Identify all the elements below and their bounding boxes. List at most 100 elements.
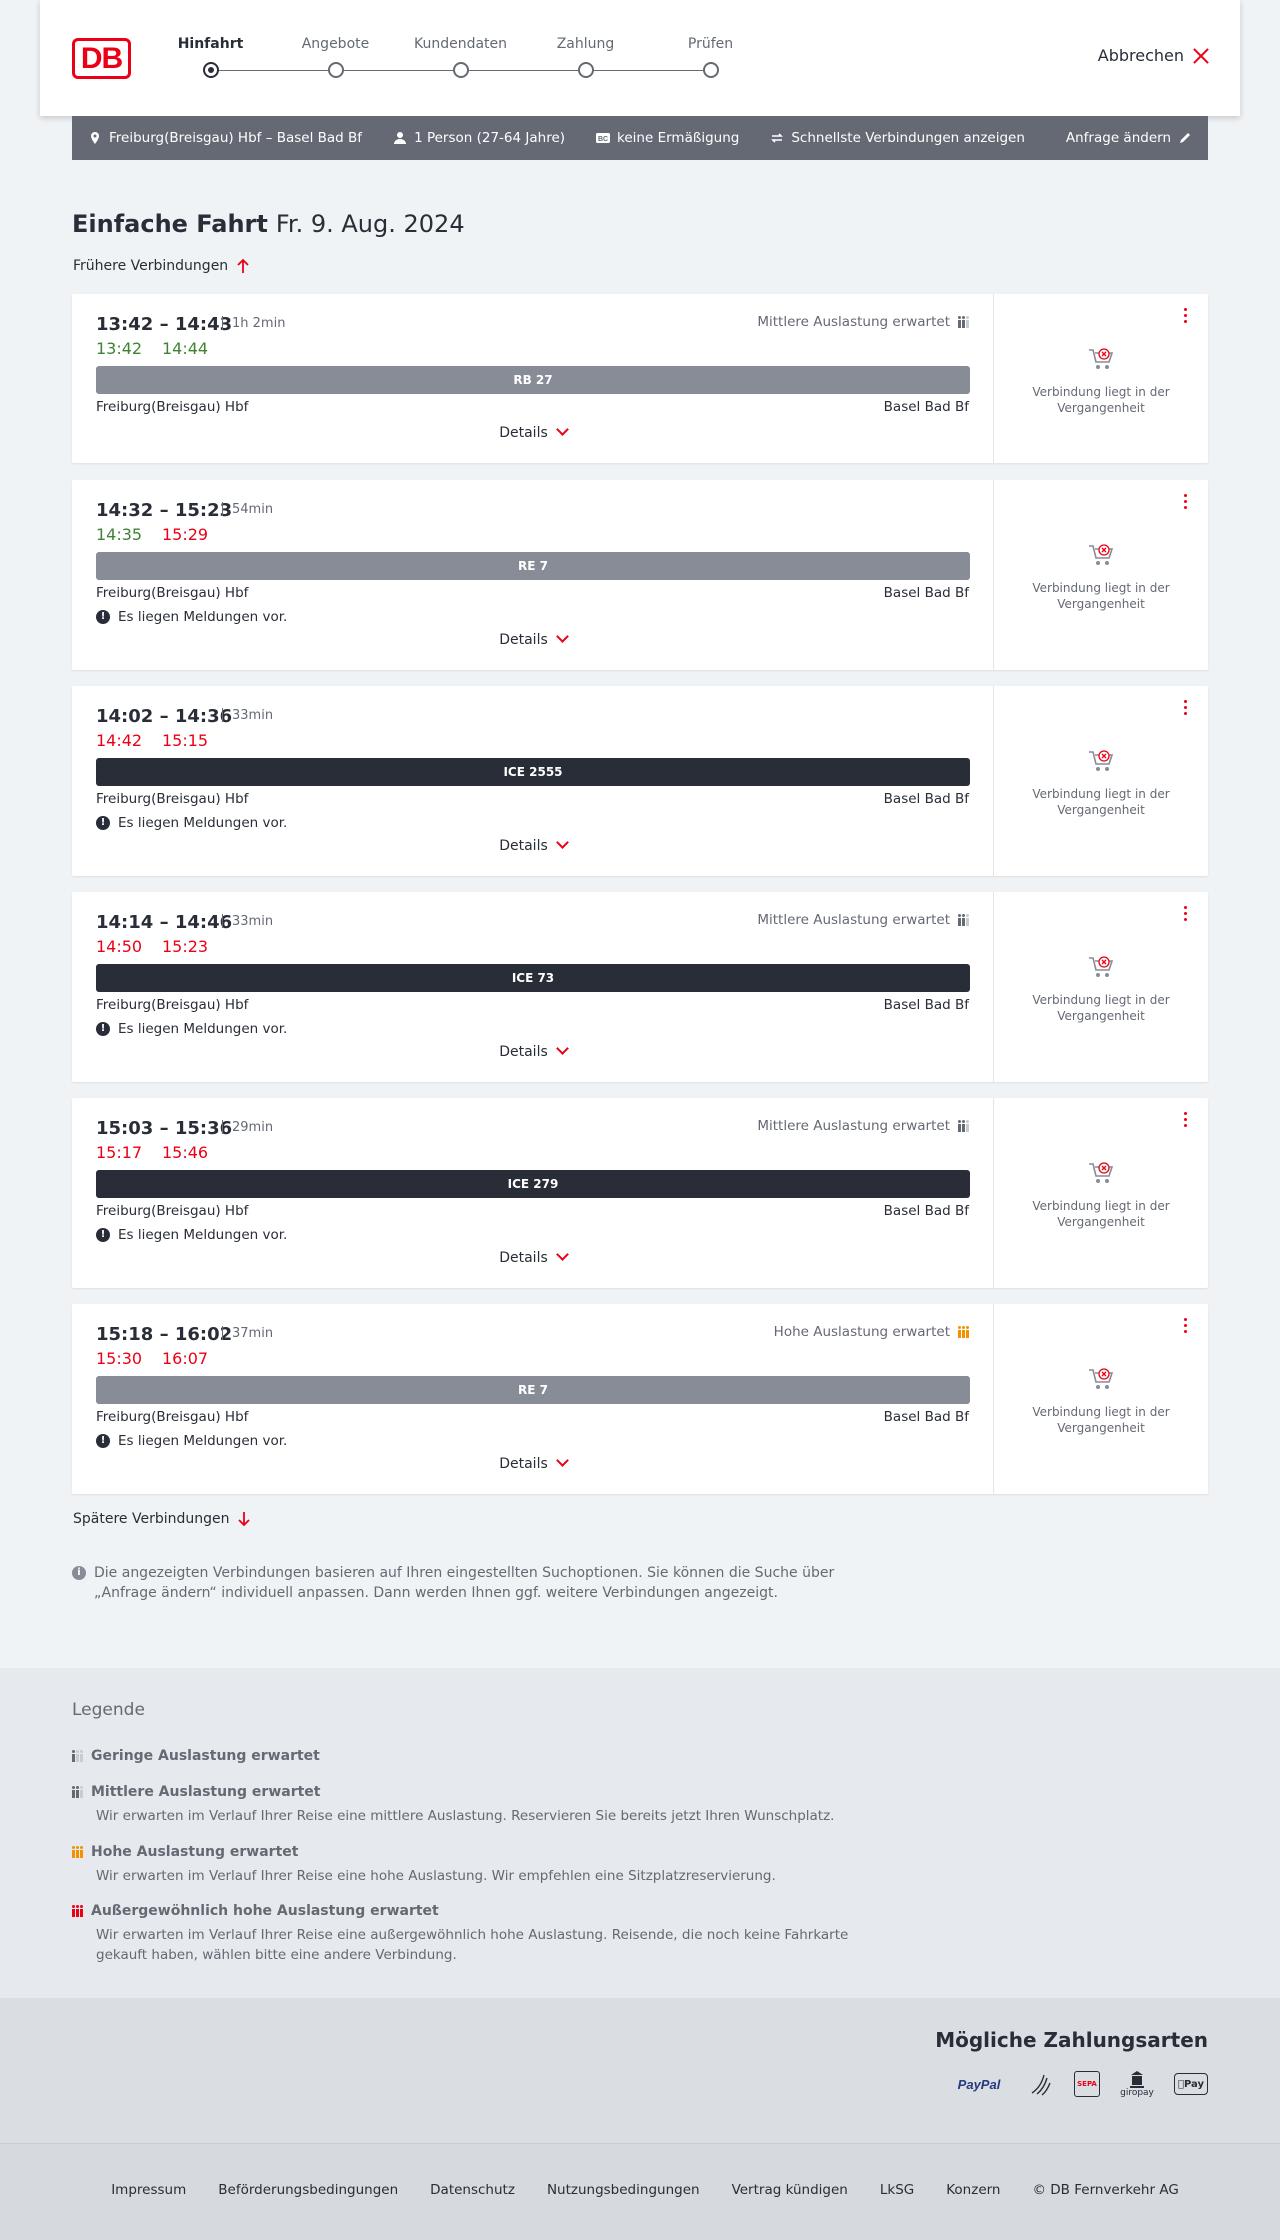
arrival-station: Basel Bad Bf: [883, 399, 969, 415]
cart-unavailable-icon: [1089, 956, 1114, 977]
step-dot: [578, 62, 594, 78]
offer-panel: Verbindung liegt in der Vergangenheit: [994, 1098, 1208, 1288]
footer-link-lksg[interactable]: LkSG: [880, 2182, 914, 2198]
arrow-down-icon: [238, 1512, 251, 1527]
connection-card[interactable]: 13:42 – 14:43 1h 2min Mittlere Auslastun…: [72, 294, 1208, 463]
paypal-wordmark: PayPal: [957, 2076, 1001, 2092]
search-request-bar: Freiburg(Breisgau) Hbf – Basel Bad Bf 1 …: [72, 116, 1208, 160]
connection-card[interactable]: 15:03 – 15:36 29min Mittlere Auslastung …: [72, 1098, 1208, 1288]
footer-link-vertrag-kuendigen[interactable]: Vertrag kündigen: [732, 2182, 848, 2198]
train-bar[interactable]: RB 27: [96, 366, 970, 394]
info-text: Die angezeigten Verbindungen basieren au…: [94, 1565, 835, 1601]
realtime-departure: 15:30: [96, 1349, 143, 1368]
step-label: Prüfen: [687, 36, 734, 52]
search-option-summary[interactable]: Schnellste Verbindungen anzeigen: [770, 130, 1025, 146]
train-bar[interactable]: RE 7: [96, 552, 970, 580]
occupancy-legend: Legende Geringe Auslastung erwartet Mitt…: [0, 1668, 1280, 1998]
arrival-station: Basel Bad Bf: [883, 585, 969, 601]
train-bar[interactable]: ICE 2555: [96, 758, 970, 786]
departure-station: Freiburg(Breisgau) Hbf: [96, 791, 249, 807]
payment-methods: Mögliche Zahlungsarten PayPal SEPA girop…: [0, 1998, 1280, 2143]
cancel-label: Abbrechen: [1097, 46, 1184, 65]
connection-card[interactable]: 14:32 – 15:23 54min 14:35 15:29 RE 7 Fre…: [72, 480, 1208, 670]
scheduled-times: 13:42 – 14:43: [96, 314, 233, 335]
scheduled-times: 15:03 – 15:36: [96, 1118, 233, 1139]
details-toggle[interactable]: Details: [72, 1042, 994, 1060]
realtime-departure: 14:42: [96, 731, 143, 750]
person-icon: [394, 132, 407, 144]
search-info: i Die angezeigten Verbindungen basieren …: [72, 1563, 852, 1603]
offer-status-text: Verbindung liegt in der Vergangenheit: [1032, 581, 1170, 611]
travel-date: Fr. 9. Aug. 2024: [275, 210, 465, 238]
offer-status-text: Verbindung liegt in der Vergangenheit: [1032, 993, 1170, 1023]
paypal-icon: PayPal: [950, 2077, 1008, 2092]
route-summary[interactable]: Freiburg(Breisgau) Hbf – Basel Bad Bf: [88, 130, 362, 146]
connection-main: 13:42 – 14:43 1h 2min Mittlere Auslastun…: [72, 294, 994, 463]
realtime-arrival: 15:23: [162, 937, 209, 956]
legend-item-text: Wir erwarten im Verlauf Ihrer Reise eine…: [96, 1868, 776, 1884]
footer-link-nutzungsbedingungen[interactable]: Nutzungsbedingungen: [547, 2182, 700, 2198]
duration: 54min: [232, 502, 274, 517]
realtime-arrival: 15:15: [162, 731, 209, 750]
footer-link-impressum[interactable]: Impressum: [111, 2182, 186, 2198]
realtime-departure: 13:42: [96, 339, 143, 358]
db-logo[interactable]: DB: [72, 38, 131, 79]
payment-title: Mögliche Zahlungsarten: [935, 2028, 1208, 2052]
pencil-icon: [1180, 133, 1190, 143]
exclamation-icon: !: [96, 610, 110, 624]
offer-status-text: Verbindung liegt in der Vergangenheit: [1032, 1405, 1170, 1435]
legend-item-text: Wir erwarten im Verlauf Ihrer Reise eine…: [96, 1808, 835, 1824]
cart-unavailable-icon: [1089, 1162, 1114, 1183]
more-options-icon[interactable]: [1180, 494, 1190, 512]
details-label: Details: [499, 1250, 548, 1266]
discount-summary[interactable]: BC keine Ermäßigung: [596, 130, 739, 146]
occupancy-text: Hohe Auslastung erwartet: [773, 1324, 950, 1340]
realtime-departure: 14:35: [96, 525, 143, 544]
separator: [222, 316, 223, 330]
train-bar[interactable]: ICE 73: [96, 964, 970, 992]
occupancy-text: Mittlere Auslastung erwartet: [757, 1118, 950, 1134]
notice-text: Es liegen Meldungen vor.: [118, 1021, 288, 1037]
footer-link-datenschutz[interactable]: Datenschutz: [430, 2182, 515, 2198]
details-toggle[interactable]: Details: [72, 1454, 994, 1472]
footer-link-konzern[interactable]: Konzern: [946, 2182, 1000, 2198]
legend-item-title: Geringe Auslastung erwartet: [91, 1748, 320, 1764]
train-bar[interactable]: RE 7: [96, 1376, 970, 1404]
duration: 29min: [232, 1120, 274, 1135]
change-request-button[interactable]: Anfrage ändern: [1066, 130, 1192, 146]
offer-panel: Verbindung liegt in der Vergangenheit: [994, 892, 1208, 1082]
more-options-icon[interactable]: [1180, 700, 1190, 718]
step-label: Zahlung: [556, 36, 615, 52]
offer-panel: Verbindung liegt in der Vergangenheit: [994, 686, 1208, 876]
occupancy-indicator: Mittlere Auslastung erwartet: [757, 912, 969, 928]
duration: 1h 2min: [232, 316, 286, 331]
more-options-icon[interactable]: [1180, 1318, 1190, 1336]
page-title: Einfache Fahrt Fr. 9. Aug. 2024: [72, 210, 465, 238]
more-options-icon[interactable]: [1180, 906, 1190, 924]
location-pin-icon: [91, 132, 99, 144]
details-toggle[interactable]: Details: [72, 423, 994, 441]
details-toggle[interactable]: Details: [72, 630, 994, 648]
footer-link-befoerderungsbedingungen[interactable]: Beförderungsbedingungen: [218, 2182, 398, 2198]
realtime-departure: 15:17: [96, 1143, 143, 1162]
step-dot: [453, 62, 469, 78]
separator: [222, 1120, 223, 1134]
connection-card[interactable]: 14:14 – 14:46 33min Mittlere Auslastung …: [72, 892, 1208, 1082]
train-bar[interactable]: ICE 279: [96, 1170, 970, 1198]
legend-item-extreme: Außergewöhnlich hohe Auslastung erwartet…: [72, 1903, 872, 1965]
more-options-icon[interactable]: [1180, 308, 1190, 326]
connection-card[interactable]: 14:02 – 14:36 33min 14:42 15:15 ICE 2555…: [72, 686, 1208, 876]
more-options-icon[interactable]: [1180, 1112, 1190, 1130]
scheduled-times: 14:02 – 14:36: [96, 706, 233, 727]
disruption-notice: ! Es liegen Meldungen vor.: [96, 1227, 287, 1243]
cancel-button[interactable]: Abbrechen: [1098, 46, 1210, 65]
apple-pay-icon: Pay: [1174, 2073, 1208, 2095]
chevron-down-icon: [555, 630, 569, 643]
occupancy-icon: [958, 914, 969, 926]
passenger-summary[interactable]: 1 Person (27-64 Jahre): [393, 130, 565, 146]
earlier-connections-link[interactable]: Frühere Verbindungen: [73, 258, 250, 274]
details-toggle[interactable]: Details: [72, 1248, 994, 1266]
later-connections-link[interactable]: Spätere Verbindungen: [73, 1511, 251, 1527]
details-toggle[interactable]: Details: [72, 836, 994, 854]
connection-card[interactable]: 15:18 – 16:02 37min Hohe Auslastung erwa…: [72, 1304, 1208, 1494]
